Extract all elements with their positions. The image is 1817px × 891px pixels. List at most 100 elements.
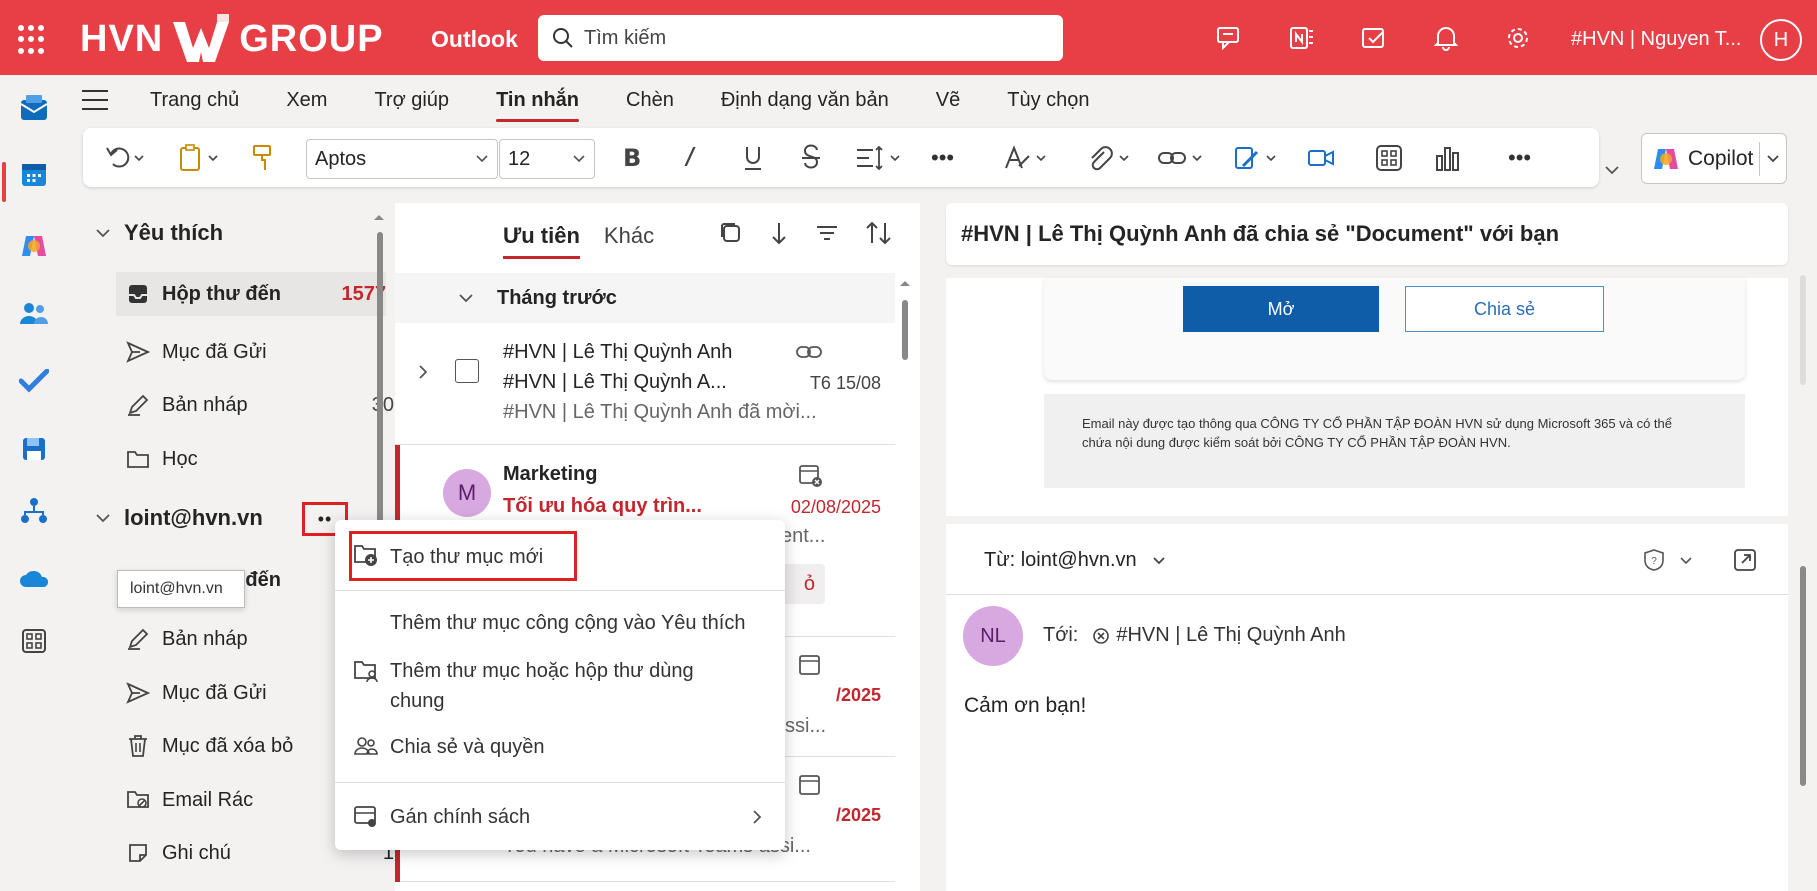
favorites-header[interactable]: Yêu thích — [94, 220, 223, 246]
scroll-up-arrow-icon[interactable] — [372, 212, 386, 222]
reply-body-text[interactable]: Cảm ơn bạn! — [964, 694, 1086, 718]
chevron-right-icon — [753, 810, 762, 824]
tab-home[interactable]: Trang chủ — [150, 89, 239, 112]
tab-draw[interactable]: Vẽ — [936, 89, 960, 112]
annotation-highlight — [349, 531, 577, 581]
todo-icon[interactable] — [1356, 20, 1392, 56]
people-icon[interactable] — [18, 297, 50, 329]
sort-icon[interactable] — [865, 221, 893, 245]
search-box[interactable] — [538, 15, 1063, 61]
open-button[interactable]: Mở — [1183, 286, 1379, 332]
favorites-hoc[interactable]: Học — [124, 437, 394, 481]
bell-icon[interactable] — [1428, 20, 1464, 56]
jump-down-icon[interactable] — [769, 221, 789, 245]
brand-left-text: HVN — [80, 17, 164, 60]
italic-button[interactable]: 𝐼 — [684, 142, 691, 174]
onenote-icon[interactable] — [1284, 20, 1320, 56]
video-meeting-icon[interactable] — [1307, 142, 1335, 174]
brand-right-text: GROUP — [239, 17, 384, 60]
message-sender: Marketing — [503, 463, 598, 485]
select-checkbox[interactable] — [455, 359, 479, 383]
mail-icon[interactable] — [18, 92, 50, 124]
to-row[interactable]: Tới: #HVN | Lê Thị Quỳnh Anh — [1043, 624, 1346, 647]
search-icon — [553, 28, 573, 48]
pop-out-icon[interactable] — [1733, 548, 1757, 572]
signature-button[interactable] — [1233, 142, 1279, 174]
copilot-button[interactable]: Copilot — [1641, 133, 1787, 184]
recipient-chip[interactable]: #HVN | Lê Thị Quỳnh Anh — [1116, 624, 1345, 647]
menu-item-add-public-folder[interactable]: Thêm thư mục công cộng vào Yêu thích — [335, 602, 785, 644]
avatar[interactable]: H — [1760, 19, 1802, 61]
onedrive-icon[interactable] — [18, 562, 50, 594]
teams-chat-icon[interactable] — [1212, 20, 1248, 56]
more-apps-icon[interactable] — [18, 625, 50, 657]
undo-button[interactable] — [105, 142, 145, 174]
menu-item-assign-policy[interactable]: Gán chính sách — [335, 792, 785, 840]
people-permissions-icon — [354, 737, 378, 755]
gear-icon[interactable] — [1500, 20, 1536, 56]
save-app-icon[interactable] — [18, 433, 50, 465]
chevron-right-icon[interactable] — [417, 363, 429, 381]
tab-help[interactable]: Trợ giúp — [374, 89, 449, 112]
favorites-inbox[interactable]: Hộp thư đến 1577 — [116, 272, 386, 316]
tab-focused[interactable]: Ưu tiên — [503, 223, 580, 259]
apps-button[interactable] — [1375, 142, 1403, 174]
tab-options[interactable]: Tùy chọn — [1007, 89, 1089, 112]
link-button[interactable] — [1157, 142, 1207, 174]
brand-logo[interactable]: HVN GROUP — [80, 14, 384, 64]
favorites-label: Yêu thích — [124, 220, 224, 245]
bold-button[interactable]: 𝗕 — [623, 142, 641, 174]
hamburger-menu-icon[interactable] — [82, 90, 108, 110]
font-name-select[interactable]: Aptos — [306, 139, 498, 179]
favorites-sent[interactable]: Mục đã Gửi — [124, 330, 394, 374]
user-name[interactable]: #HVN | Nguyen T... — [1571, 28, 1741, 51]
filter-icon[interactable] — [815, 221, 839, 245]
group-header-last-month[interactable]: Tháng trước — [395, 273, 895, 323]
more-options-icon[interactable]: ••• — [1508, 142, 1531, 174]
list-item[interactable]: #HVN | Lê Thị Quỳnh Anh #HVN | Lê Thị Qu… — [395, 323, 895, 445]
attach-button[interactable] — [1086, 142, 1132, 174]
share-button[interactable]: Chia sẻ — [1405, 286, 1604, 332]
reply-scrollbar[interactable] — [1800, 566, 1806, 786]
message-list-scrollbar[interactable] — [902, 300, 908, 360]
menu-item-add-shared-folder[interactable]: Thêm thư mục hoặc hộp thư dùng chung — [335, 650, 785, 712]
tab-insert[interactable]: Chèn — [626, 89, 674, 112]
app-launcher-icon[interactable] — [18, 25, 48, 55]
app-name[interactable]: Outlook — [431, 26, 518, 53]
calendar-icon[interactable] — [18, 158, 50, 190]
from-selector[interactable]: Từ: loint@hvn.vn — [984, 549, 1167, 572]
chevron-down-icon[interactable] — [1765, 152, 1781, 166]
tab-view[interactable]: Xem — [286, 89, 327, 112]
message-subject: Tối ưu hóa quy trìn... — [503, 495, 702, 517]
chart-icon[interactable] — [1435, 142, 1461, 174]
more-format-icon[interactable]: ••• — [931, 142, 954, 174]
chevron-down-icon[interactable] — [1679, 556, 1693, 566]
chevron-down-icon — [476, 155, 488, 163]
sensitivity-icon[interactable]: ? — [1643, 548, 1665, 572]
tab-message[interactable]: Tin nhắn — [496, 89, 579, 122]
line-spacing-button[interactable] — [855, 142, 903, 174]
tab-other[interactable]: Khác — [604, 223, 654, 249]
favorites-drafts[interactable]: Bản nháp 30 — [124, 383, 394, 427]
underline-button[interactable] — [742, 142, 764, 174]
ribbon-expand-icon[interactable] — [1603, 163, 1621, 177]
format-painter-icon[interactable] — [251, 142, 275, 174]
account-header[interactable]: loint@hvn.vn — [94, 505, 263, 531]
reply-compose: Từ: loint@hvn.vn ? NL Tới: #HVN | Lê Thị… — [946, 524, 1788, 891]
org-chart-icon[interactable] — [18, 495, 50, 527]
scroll-up-arrow-icon[interactable] — [898, 278, 912, 288]
rail-active-indicator — [2, 162, 6, 202]
folder-label: Bản nháp — [162, 627, 248, 650]
remove-recipient-icon[interactable] — [1092, 627, 1110, 645]
reading-scrollbar[interactable] — [1800, 275, 1806, 385]
styles-button[interactable] — [1003, 142, 1049, 174]
todo-app-icon[interactable] — [18, 365, 50, 397]
copilot-app-icon[interactable] — [18, 230, 50, 262]
search-input[interactable] — [584, 26, 1044, 50]
menu-item-sharing-permissions[interactable]: Chia sẻ và quyền — [335, 726, 785, 768]
tab-format-text[interactable]: Định dạng văn bản — [721, 89, 889, 112]
paste-button[interactable] — [177, 142, 219, 174]
select-mode-icon[interactable] — [719, 221, 743, 245]
font-size-select[interactable]: 12 — [499, 139, 595, 179]
strikethrough-button[interactable] — [800, 142, 822, 174]
